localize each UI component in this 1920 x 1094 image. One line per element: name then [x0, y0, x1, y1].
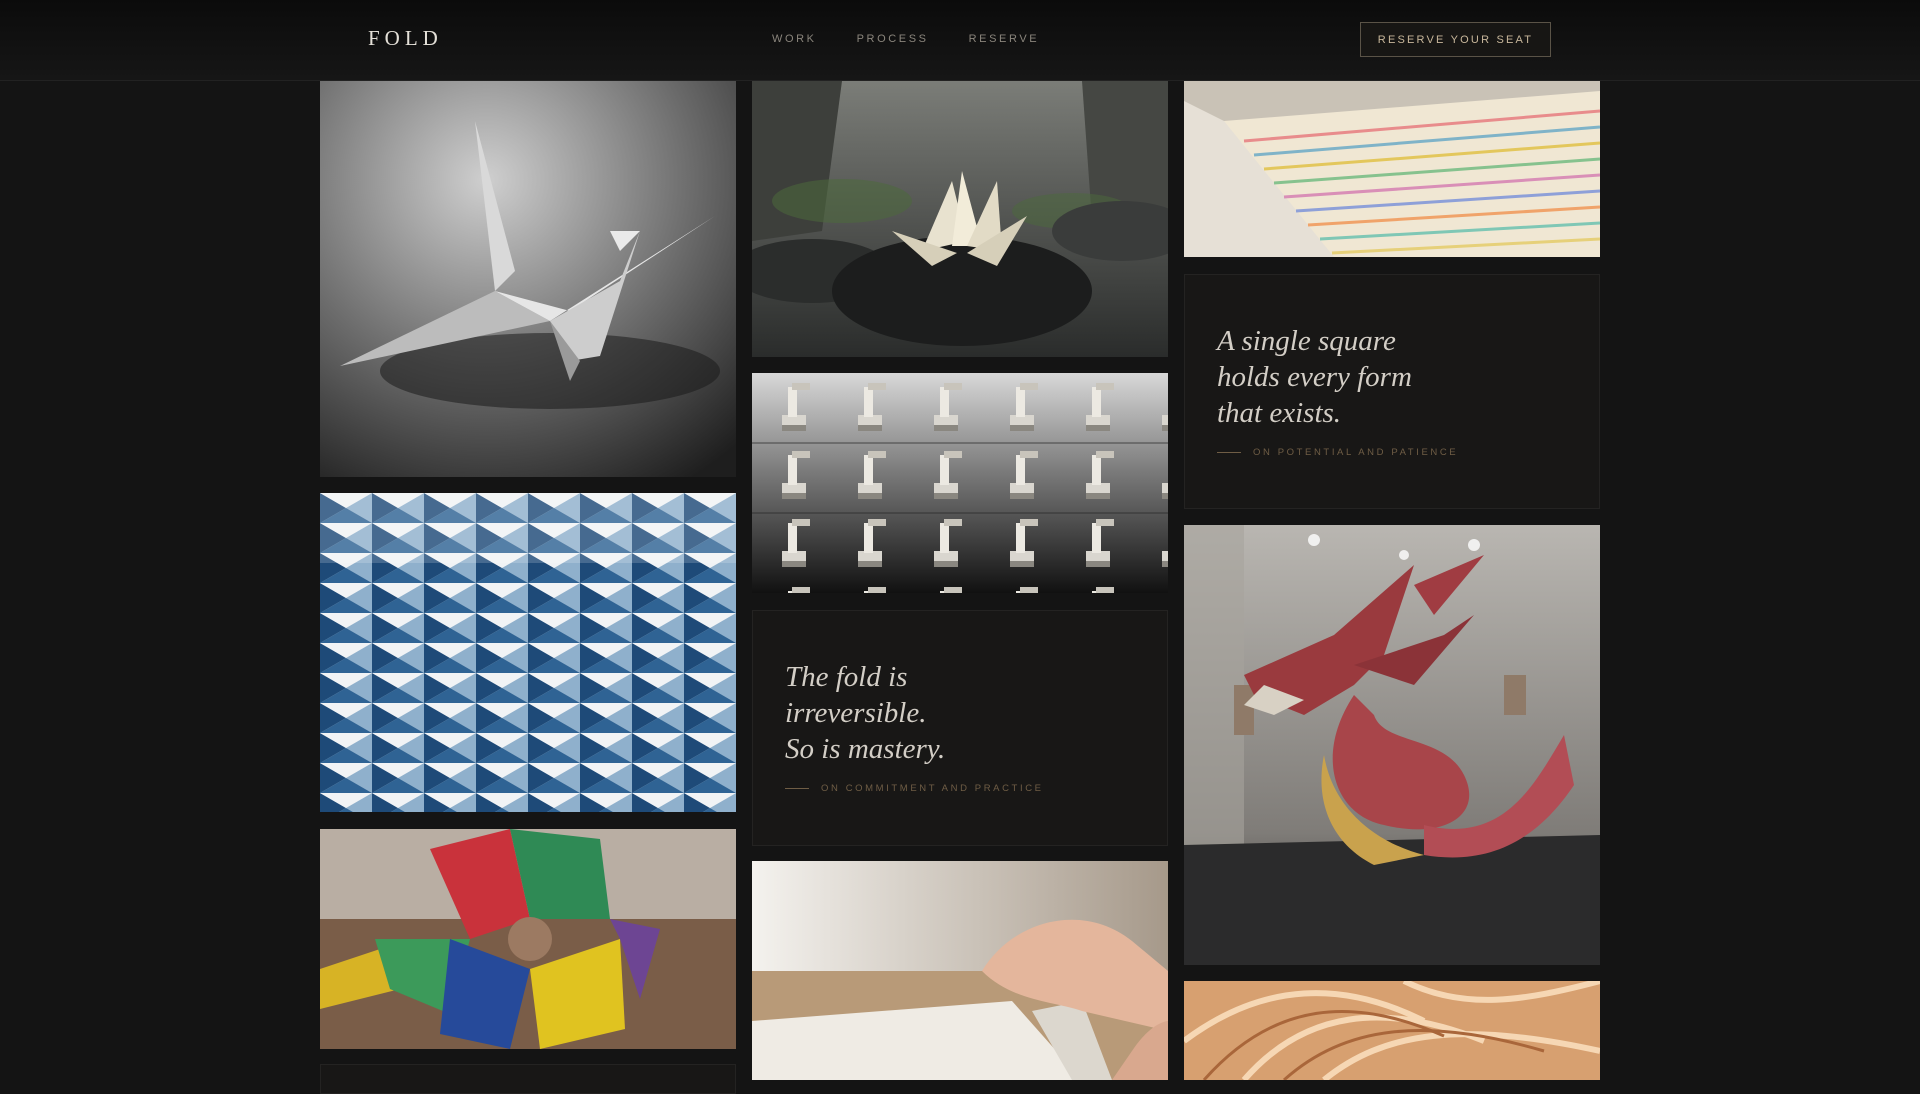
- nav-process[interactable]: PROCESS: [857, 33, 929, 45]
- caption-label: ON COMMITMENT AND PRACTICE: [821, 783, 1044, 794]
- logo[interactable]: FOLD: [368, 26, 443, 51]
- hands-folding-paper-icon: [752, 861, 1168, 1080]
- dragon-photo[interactable]: [1184, 525, 1600, 965]
- nav-reserve[interactable]: RESERVE: [969, 33, 1040, 45]
- caption-label: ON POTENTIAL AND PATIENCE: [1253, 447, 1459, 458]
- hands-folding-photo[interactable]: [752, 861, 1168, 1080]
- nav-work[interactable]: WORK: [772, 33, 817, 45]
- quote-caption: ON POTENTIAL AND PATIENCE: [1217, 447, 1458, 458]
- crane-photo[interactable]: [320, 81, 736, 477]
- robotic-folding-arms-icon: [752, 373, 1168, 593]
- quote-card-commitment: The fold is irreversible. So is mastery.…: [752, 610, 1168, 846]
- paper-lotus-on-stone-icon: [752, 81, 1168, 357]
- curved-folds-photo[interactable]: [1184, 981, 1600, 1080]
- stacked-colored-paper-icon: [1184, 81, 1600, 257]
- main-nav: WORK PROCESS RESERVE: [772, 33, 1039, 45]
- blue-white-tessellation-icon: [320, 493, 736, 812]
- paper-stack-photo[interactable]: [1184, 81, 1600, 257]
- tessellation-photo[interactable]: [320, 493, 736, 812]
- quote-text: The fold is irreversible. So is mastery.: [785, 661, 946, 765]
- lotus-photo[interactable]: [752, 81, 1168, 357]
- copper-curved-folds-icon: [1184, 981, 1600, 1080]
- quote-text: A single square holds every form that ex…: [1217, 325, 1412, 429]
- quote-card-partial: [320, 1064, 736, 1094]
- origami-crane-icon: [320, 81, 736, 477]
- red-paper-dragon-icon: [1184, 525, 1600, 965]
- colorful-modular-origami-icon: [320, 829, 736, 1049]
- quote-card-potential: A single square holds every form that ex…: [1184, 274, 1600, 509]
- modular-photo[interactable]: [320, 829, 736, 1049]
- caption-rule: [785, 788, 809, 789]
- quote-caption: ON COMMITMENT AND PRACTICE: [785, 783, 1044, 794]
- reserve-seat-button[interactable]: RESERVE YOUR SEAT: [1360, 22, 1551, 57]
- caption-rule: [1217, 452, 1241, 453]
- site-header: FOLD WORK PROCESS RESERVE RESERVE YOUR S…: [0, 0, 1920, 81]
- robot-arms-photo[interactable]: [752, 373, 1168, 593]
